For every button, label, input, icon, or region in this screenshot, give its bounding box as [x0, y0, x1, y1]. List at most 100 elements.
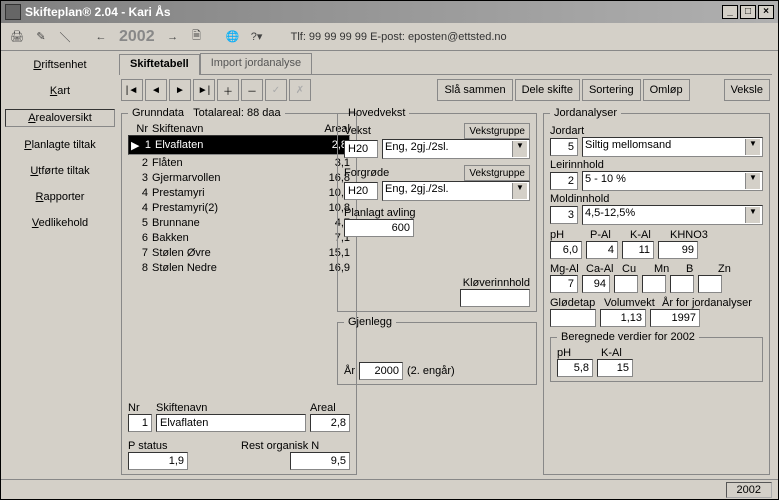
- beregnede-group: Beregnede verdier for 2002 pH K-Al: [550, 331, 763, 382]
- volvekt-input[interactable]: [600, 309, 646, 327]
- nr-label: Nr: [128, 402, 152, 414]
- jordart-select[interactable]: Siltig mellomsand▼: [582, 137, 763, 157]
- klover-label: Kløverinnhold: [463, 277, 530, 289]
- engaar-label: (2. engår): [407, 365, 455, 377]
- window-title: Skifteplan® 2.04 - Kari Ås: [25, 5, 720, 19]
- sortering-button[interactable]: Sortering: [582, 79, 641, 101]
- sidebar-item-driftsenhet[interactable]: Driftsenhet: [5, 57, 115, 73]
- cancel-edit-button[interactable]: ✗: [289, 79, 311, 101]
- vekstgruppe-button-2[interactable]: Vekstgruppe: [464, 165, 530, 181]
- glodetap-label: Glødetap: [550, 297, 595, 309]
- caal-input[interactable]: [582, 275, 610, 293]
- beregn-ph-input[interactable]: [557, 359, 593, 377]
- doc-icon[interactable]: 🗎: [187, 27, 207, 47]
- table-row[interactable]: 4Prestamyri(2)10,8: [128, 200, 350, 215]
- khno3-input[interactable]: [658, 241, 698, 259]
- col-nr: Nr: [128, 123, 152, 135]
- mn-input[interactable]: [642, 275, 666, 293]
- table-row[interactable]: 2Flåten3,1: [128, 155, 350, 170]
- maximize-button[interactable]: □: [740, 5, 756, 19]
- pal-input[interactable]: [586, 241, 618, 259]
- help-icon[interactable]: ?▾: [247, 27, 267, 47]
- klover-input[interactable]: [460, 289, 530, 307]
- skiftenavn-input[interactable]: [156, 414, 306, 432]
- gjenlegg-aar-input[interactable]: [359, 362, 403, 380]
- print-icon[interactable]: 🖨: [7, 27, 27, 47]
- vekst-select[interactable]: Eng, 2gj./2sl.▼: [382, 139, 530, 159]
- mgal-input[interactable]: [550, 275, 578, 293]
- toolbar: 🖨 ✎ ＼ ← 2002 → 🗎 🌐 ?▾ Tlf: 99 99 99 99 E…: [1, 23, 778, 51]
- prev-record-button[interactable]: ◄: [145, 79, 167, 101]
- sidebar-item-planlagte[interactable]: Planlagte tiltak: [5, 137, 115, 153]
- table-row[interactable]: 8Stølen Nedre16,9: [128, 260, 350, 275]
- jord-legend: Jordanalyser: [550, 107, 621, 119]
- app-window: Skifteplan® 2.04 - Kari Ås _ □ × 🖨 ✎ ＼ ←…: [0, 0, 779, 500]
- mold-select[interactable]: 4,5-12,5%▼: [582, 205, 763, 225]
- mold-code-input[interactable]: [550, 206, 578, 224]
- first-record-button[interactable]: |◄: [121, 79, 143, 101]
- jordart-code-input[interactable]: [550, 138, 578, 156]
- pstatus-input[interactable]: [128, 452, 188, 470]
- vekstgruppe-button-1[interactable]: Vekstgruppe: [464, 123, 530, 139]
- table-row[interactable]: 4Prestamyri10,9: [128, 185, 350, 200]
- glodetap-input[interactable]: [550, 309, 596, 327]
- planlagt-input[interactable]: [344, 219, 414, 237]
- leir-code-input[interactable]: [550, 172, 578, 190]
- forgrode-code-input[interactable]: [344, 182, 378, 200]
- globe-icon[interactable]: 🌐: [223, 27, 243, 47]
- year-prev-icon[interactable]: ←: [91, 27, 111, 47]
- year-next-icon[interactable]: →: [163, 27, 183, 47]
- skifte-grid[interactable]: Nr Skiftenavn Areal ▶1Elvaflaten2,82Flåt…: [128, 123, 350, 275]
- mn-label: Mn: [654, 263, 669, 275]
- vekst-code-input[interactable]: [344, 140, 378, 158]
- cu-input[interactable]: [614, 275, 638, 293]
- planlagt-label: Planlagt avling: [344, 207, 530, 219]
- chevron-down-icon: ▼: [745, 173, 760, 189]
- omlop-button[interactable]: Omløp: [643, 79, 690, 101]
- tab-skiftetabell[interactable]: Skiftetabell: [119, 54, 200, 75]
- table-row[interactable]: 6Bakken7,1: [128, 230, 350, 245]
- table-row[interactable]: 7Stølen Øvre15,1: [128, 245, 350, 260]
- leir-label: Leirinnhold: [550, 159, 763, 171]
- table-row[interactable]: 3Gjermarvollen16,8: [128, 170, 350, 185]
- slaa-sammen-button[interactable]: Slå sammen: [437, 79, 512, 101]
- forgrode-label: Forgrøde: [344, 167, 460, 179]
- kal-input[interactable]: [622, 241, 654, 259]
- minimize-button[interactable]: _: [722, 5, 738, 19]
- sidebar-item-utforte[interactable]: Utførte tiltak: [5, 163, 115, 179]
- close-button[interactable]: ×: [758, 5, 774, 19]
- tool-icon[interactable]: ✎: [31, 27, 51, 47]
- sidebar-item-vedlikehold[interactable]: Vedlikehold: [5, 215, 115, 231]
- brush-icon[interactable]: ＼: [55, 27, 75, 47]
- add-record-button[interactable]: ＋: [217, 79, 239, 101]
- hovedvekst-legend: Hovedvekst: [344, 107, 409, 119]
- confirm-button[interactable]: ✓: [265, 79, 287, 101]
- sidebar-item-arealoversikt[interactable]: Arealoversikt: [5, 109, 115, 127]
- jordanalyser-group: Jordanalyser Jordart Siltig mellomsand▼ …: [543, 107, 770, 475]
- delete-record-button[interactable]: －: [241, 79, 263, 101]
- chevron-down-icon: ▼: [745, 139, 760, 155]
- nr-input[interactable]: [128, 414, 152, 432]
- next-record-button[interactable]: ►: [169, 79, 191, 101]
- leir-select[interactable]: 5 - 10 %▼: [582, 171, 763, 191]
- ph-input[interactable]: [550, 241, 582, 259]
- b-input[interactable]: [670, 275, 694, 293]
- sidebar: Driftsenhet Kart Arealoversikt Planlagte…: [1, 51, 119, 479]
- grunndata-legend: Grunndata: [132, 107, 184, 119]
- tab-import[interactable]: Import jordanalyse: [200, 53, 313, 74]
- dele-skifte-button[interactable]: Dele skifte: [515, 79, 580, 101]
- veksle-button[interactable]: Veksle: [724, 79, 770, 101]
- sidebar-item-rapporter[interactable]: Rapporter: [5, 189, 115, 205]
- table-row[interactable]: ▶1Elvaflaten2,8: [128, 135, 350, 155]
- cu-label: Cu: [622, 263, 636, 275]
- caal-label: Ca-Al: [586, 263, 614, 275]
- jord-aar-input[interactable]: [650, 309, 700, 327]
- last-record-button[interactable]: ►|: [193, 79, 215, 101]
- zn-input[interactable]: [698, 275, 722, 293]
- forgrode-select[interactable]: Eng, 2gj./2sl.▼: [382, 181, 530, 201]
- sidebar-item-kart[interactable]: Kart: [5, 83, 115, 99]
- table-row[interactable]: 5Brunnane4,7: [128, 215, 350, 230]
- beregn-legend: Beregnede verdier for 2002: [557, 331, 699, 343]
- volvekt-label: Volumvekt: [604, 297, 655, 309]
- beregn-kal-input[interactable]: [597, 359, 633, 377]
